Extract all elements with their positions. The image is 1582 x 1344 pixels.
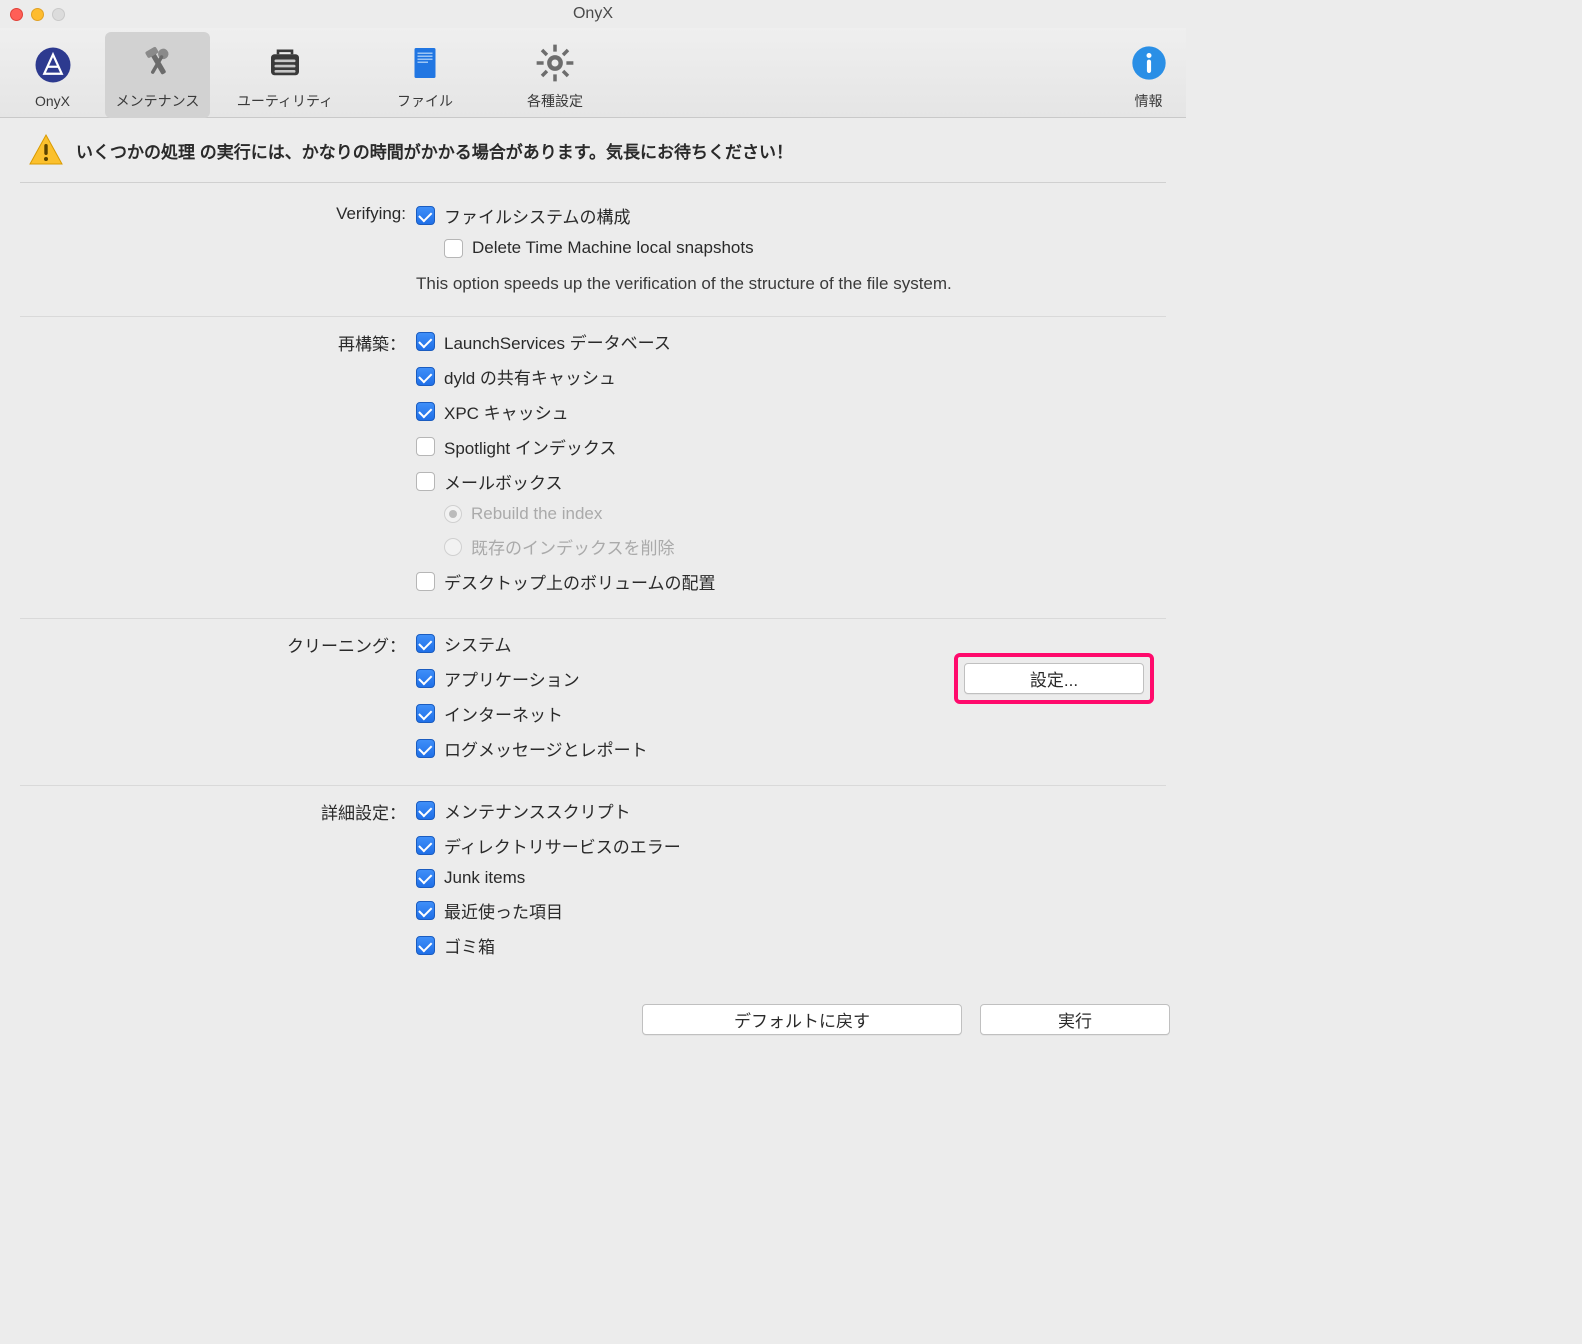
defaults-button[interactable]: デフォルトに戻す (642, 1004, 962, 1035)
section-advanced: 詳細設定： メンテナンススクリプト ディレクトリサービスのエラー Junk it… (20, 786, 1166, 970)
settings-button-highlight: 設定... (954, 653, 1154, 704)
checkbox-icon[interactable] (416, 367, 435, 386)
section-cleaning: クリーニング： システム アプリケーション インターネット ログメッセージとレポ… (20, 619, 1166, 786)
tools-icon (134, 39, 182, 87)
checkbox-icon[interactable] (416, 704, 435, 723)
section-label-verifying: Verifying: (20, 203, 416, 224)
checkbox-icon[interactable] (416, 402, 435, 421)
checkbox-icon[interactable] (416, 801, 435, 820)
opt-label: ファイルシステムの構成 (444, 203, 631, 228)
run-button[interactable]: 実行 (980, 1004, 1170, 1035)
toolbar-label: ユーティリティ (237, 91, 333, 111)
opt-label: デスクトップ上のボリュームの配置 (444, 569, 716, 594)
window-title: OnyX (0, 5, 1186, 23)
toolbar-item-info[interactable]: 情報 (1111, 32, 1186, 118)
opt-label: システム (444, 631, 512, 656)
toolbar-label: OnyX (35, 93, 70, 109)
checkbox-icon[interactable] (416, 739, 435, 758)
opt-internet[interactable]: インターネット (416, 701, 1136, 726)
content-panel: Verifying: ファイルシステムの構成 Delete Time Machi… (20, 182, 1166, 994)
checkbox-icon[interactable] (416, 836, 435, 855)
opt-label: XPC キャッシュ (444, 399, 569, 424)
opt-logs[interactable]: ログメッセージとレポート (416, 736, 1136, 761)
checkbox-icon[interactable] (416, 472, 435, 491)
warning-bar: いくつかの処理 の実行には、かなりの時間がかかる場合があります。気長にお待ちくだ… (0, 118, 1186, 182)
opt-launchservices[interactable]: LaunchServices データベース (416, 329, 1136, 354)
opt-label: 最近使った項目 (444, 898, 563, 923)
checkbox-icon[interactable] (416, 437, 435, 456)
opt-label: Spotlight インデックス (444, 434, 616, 459)
opt-label: dyld の共有キャッシュ (444, 364, 616, 389)
onyx-app-icon (29, 41, 77, 89)
toolbar-label: 各種設定 (527, 91, 583, 111)
opt-maintenance-scripts[interactable]: メンテナンススクリプト (416, 798, 1136, 823)
file-icon (401, 39, 449, 87)
toolbar-label: 情報 (1135, 91, 1163, 111)
opt-mailboxes[interactable]: メールボックス (416, 469, 1136, 494)
toolbar-label: ファイル (397, 91, 453, 111)
checkbox-icon[interactable] (416, 936, 435, 955)
opt-delete-tm-snapshots[interactable]: Delete Time Machine local snapshots (444, 238, 1136, 258)
opt-label: メールボックス (444, 469, 563, 494)
opt-desktop-volumes[interactable]: デスクトップ上のボリュームの配置 (416, 569, 1136, 594)
opt-junk[interactable]: Junk items (416, 868, 1136, 888)
titlebar: OnyX (0, 0, 1186, 28)
checkbox-icon[interactable] (416, 206, 435, 225)
section-verifying: Verifying: ファイルシステムの構成 Delete Time Machi… (20, 203, 1166, 317)
opt-xpc[interactable]: XPC キャッシュ (416, 399, 1136, 424)
opt-label: LaunchServices データベース (444, 329, 671, 354)
opt-label: ディレクトリサービスのエラー (444, 833, 681, 858)
toolbar-item-utilities[interactable]: ユーティリティ (210, 32, 360, 118)
opt-label: 既存のインデックスを削除 (471, 534, 675, 559)
checkbox-icon[interactable] (444, 239, 463, 258)
toolbox-icon (261, 39, 309, 87)
opt-trash[interactable]: ゴミ箱 (416, 933, 1136, 958)
section-label-rebuild: 再構築： (20, 329, 416, 355)
opt-directory-services[interactable]: ディレクトリサービスのエラー (416, 833, 1136, 858)
checkbox-icon[interactable] (416, 669, 435, 688)
section-label-advanced: 詳細設定： (20, 798, 416, 824)
checkbox-icon[interactable] (416, 572, 435, 591)
gear-icon (531, 39, 579, 87)
info-icon (1125, 39, 1173, 87)
opt-note: This option speeds up the verification o… (416, 268, 1136, 304)
checkbox-icon[interactable] (416, 634, 435, 653)
opt-label: ゴミ箱 (444, 933, 495, 958)
opt-label: Delete Time Machine local snapshots (472, 238, 754, 258)
checkbox-icon[interactable] (416, 901, 435, 920)
checkbox-icon[interactable] (416, 332, 435, 351)
opt-label: ログメッセージとレポート (444, 736, 648, 761)
cleaning-settings-button[interactable]: 設定... (964, 663, 1144, 694)
toolbar: OnyX メンテナンス ユーティリティ ファイル 各種設定 情報 (0, 28, 1186, 118)
checkbox-icon[interactable] (416, 869, 435, 888)
opt-label: Junk items (444, 868, 525, 888)
toolbar-item-files[interactable]: ファイル (360, 32, 490, 118)
radio-delete-index: 既存のインデックスを削除 (444, 534, 1136, 559)
opt-dyld[interactable]: dyld の共有キャッシュ (416, 364, 1136, 389)
radio-icon (444, 505, 462, 523)
bottom-bar: デフォルトに戻す 実行 (0, 994, 1186, 1049)
opt-label: インターネット (444, 701, 563, 726)
section-rebuild: 再構築： LaunchServices データベース dyld の共有キャッシュ… (20, 317, 1166, 619)
radio-icon (444, 538, 462, 556)
radio-rebuild-index: Rebuild the index (444, 504, 1136, 524)
toolbar-item-settings[interactable]: 各種設定 (490, 32, 620, 118)
warning-icon (28, 132, 64, 168)
opt-label: アプリケーション (444, 666, 580, 691)
opt-recent[interactable]: 最近使った項目 (416, 898, 1136, 923)
toolbar-item-onyx[interactable]: OnyX (0, 32, 105, 118)
section-label-cleaning: クリーニング： (20, 631, 416, 657)
opt-label: メンテナンススクリプト (444, 798, 631, 823)
opt-label: Rebuild the index (471, 504, 602, 524)
opt-filesystem[interactable]: ファイルシステムの構成 (416, 203, 1136, 228)
toolbar-label: メンテナンス (116, 91, 200, 111)
toolbar-item-maintenance[interactable]: メンテナンス (105, 32, 210, 118)
opt-spotlight[interactable]: Spotlight インデックス (416, 434, 1136, 459)
warning-text: いくつかの処理 の実行には、かなりの時間がかかる場合があります。気長にお待ちくだ… (76, 138, 793, 163)
